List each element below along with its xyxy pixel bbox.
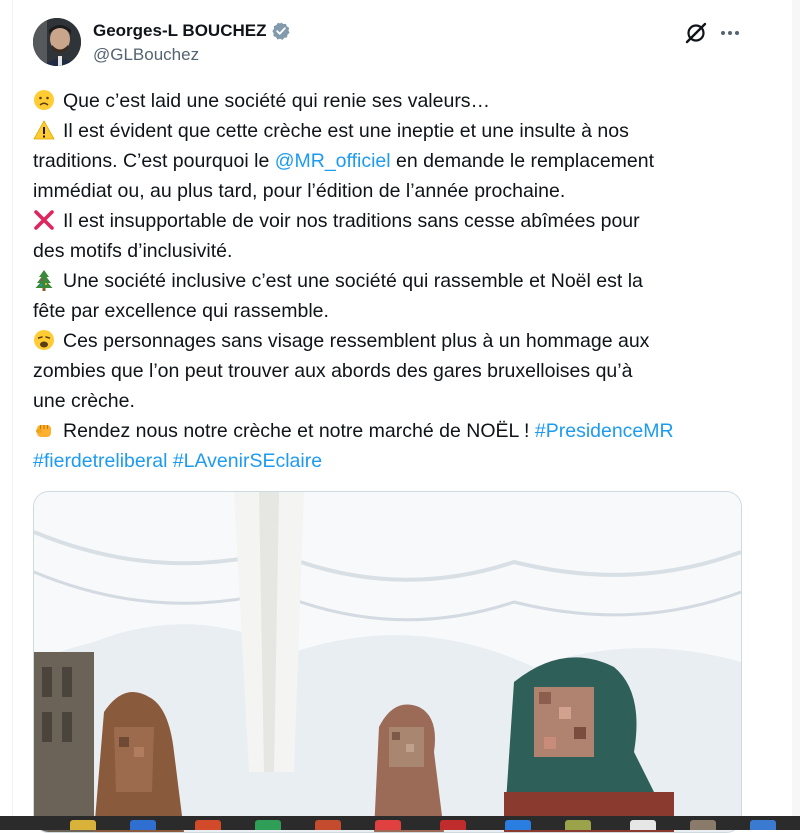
taskbar-app-icon[interactable] [255, 820, 281, 830]
taskbar-app-icon[interactable] [505, 820, 531, 830]
text-line: fête par excellence qui rassemble. [33, 300, 329, 322]
text-line: #fierdetreliberal #LAvenirSEclaire [33, 446, 753, 476]
post-line-3b: en demande le remplacement [390, 150, 655, 172]
text-line: Une société inclusive c’est une société … [33, 266, 753, 296]
text-line: zombies que l’on peut trouver aux abords… [33, 360, 633, 382]
more-options-icon[interactable] [717, 20, 743, 46]
nativity-photo-image [34, 492, 741, 832]
tweet-header: Georges-L BOUCHEZ @GLBouchez [33, 14, 753, 70]
taskbar-app-icon[interactable] [690, 820, 716, 830]
tweet-text: Que c’est laid une société qui renie ses… [33, 86, 753, 476]
text-line: traditions. C’est pourquoi le @MR_offici… [33, 146, 753, 176]
post-line-1: Que c’est laid une société qui renie ses… [63, 90, 491, 112]
post-line-5: Il est insupportable de voir nos traditi… [63, 210, 640, 232]
author-name-row: Georges-L BOUCHEZ [93, 20, 291, 42]
author-handle[interactable]: @GLBouchez [93, 45, 199, 65]
mention-link[interactable]: @MR_officiel [275, 150, 391, 172]
christmas-tree-icon [35, 270, 53, 291]
hashtag-link[interactable]: #PresidenceMR [535, 420, 674, 442]
post-line-7: Une société inclusive c’est une société … [63, 270, 643, 292]
taskbar-app-icon[interactable] [195, 820, 221, 830]
text-line: Ces personnages sans visage ressemblent … [33, 326, 753, 356]
text-line: Il est insupportable de voir nos traditi… [33, 206, 753, 236]
os-taskbar [0, 816, 800, 830]
tweet-media-photo[interactable] [33, 491, 742, 833]
text-line: une crèche. [33, 390, 135, 412]
frowning-face-icon [34, 90, 54, 110]
taskbar-app-icon[interactable] [440, 820, 466, 830]
post-line-3a: traditions. C’est pourquoi le [33, 150, 275, 172]
hashtag-link[interactable]: #fierdetreliberal [33, 450, 167, 472]
weary-face-icon [34, 330, 54, 350]
taskbar-app-icon[interactable] [375, 820, 401, 830]
raised-fist-icon [36, 425, 51, 437]
taskbar-app-icon[interactable] [70, 820, 96, 830]
grok-icon[interactable] [683, 20, 709, 46]
taskbar-app-icon[interactable] [630, 820, 656, 830]
post-line-12: Rendez nous notre crèche et notre marché… [63, 420, 535, 442]
hashtag-link[interactable]: #LAvenirSEclaire [173, 450, 322, 472]
text-line: des motifs d’inclusivité. [33, 240, 233, 262]
text-line: Que c’est laid une société qui renie ses… [33, 86, 753, 116]
text-line: Il est évident que cette crèche est une … [33, 116, 753, 146]
taskbar-app-icon[interactable] [315, 820, 341, 830]
warning-icon [33, 120, 55, 140]
post-line-9: Ces personnages sans visage ressemblent … [63, 330, 650, 352]
post-line-2: Il est évident que cette crèche est une … [63, 120, 629, 142]
taskbar-app-icon[interactable] [565, 820, 591, 830]
taskbar-app-icon[interactable] [750, 820, 776, 830]
cross-mark-icon [34, 210, 54, 230]
text-line: immédiat ou, au plus tard, pour l’éditio… [33, 180, 566, 202]
taskbar-app-icon[interactable] [130, 820, 156, 830]
text-line: Rendez nous notre crèche et notre marché… [33, 416, 753, 446]
display-name[interactable]: Georges-L BOUCHEZ [93, 21, 267, 41]
scrollbar[interactable] [792, 0, 800, 830]
avatar[interactable] [33, 18, 81, 66]
verified-badge-icon [271, 22, 290, 40]
